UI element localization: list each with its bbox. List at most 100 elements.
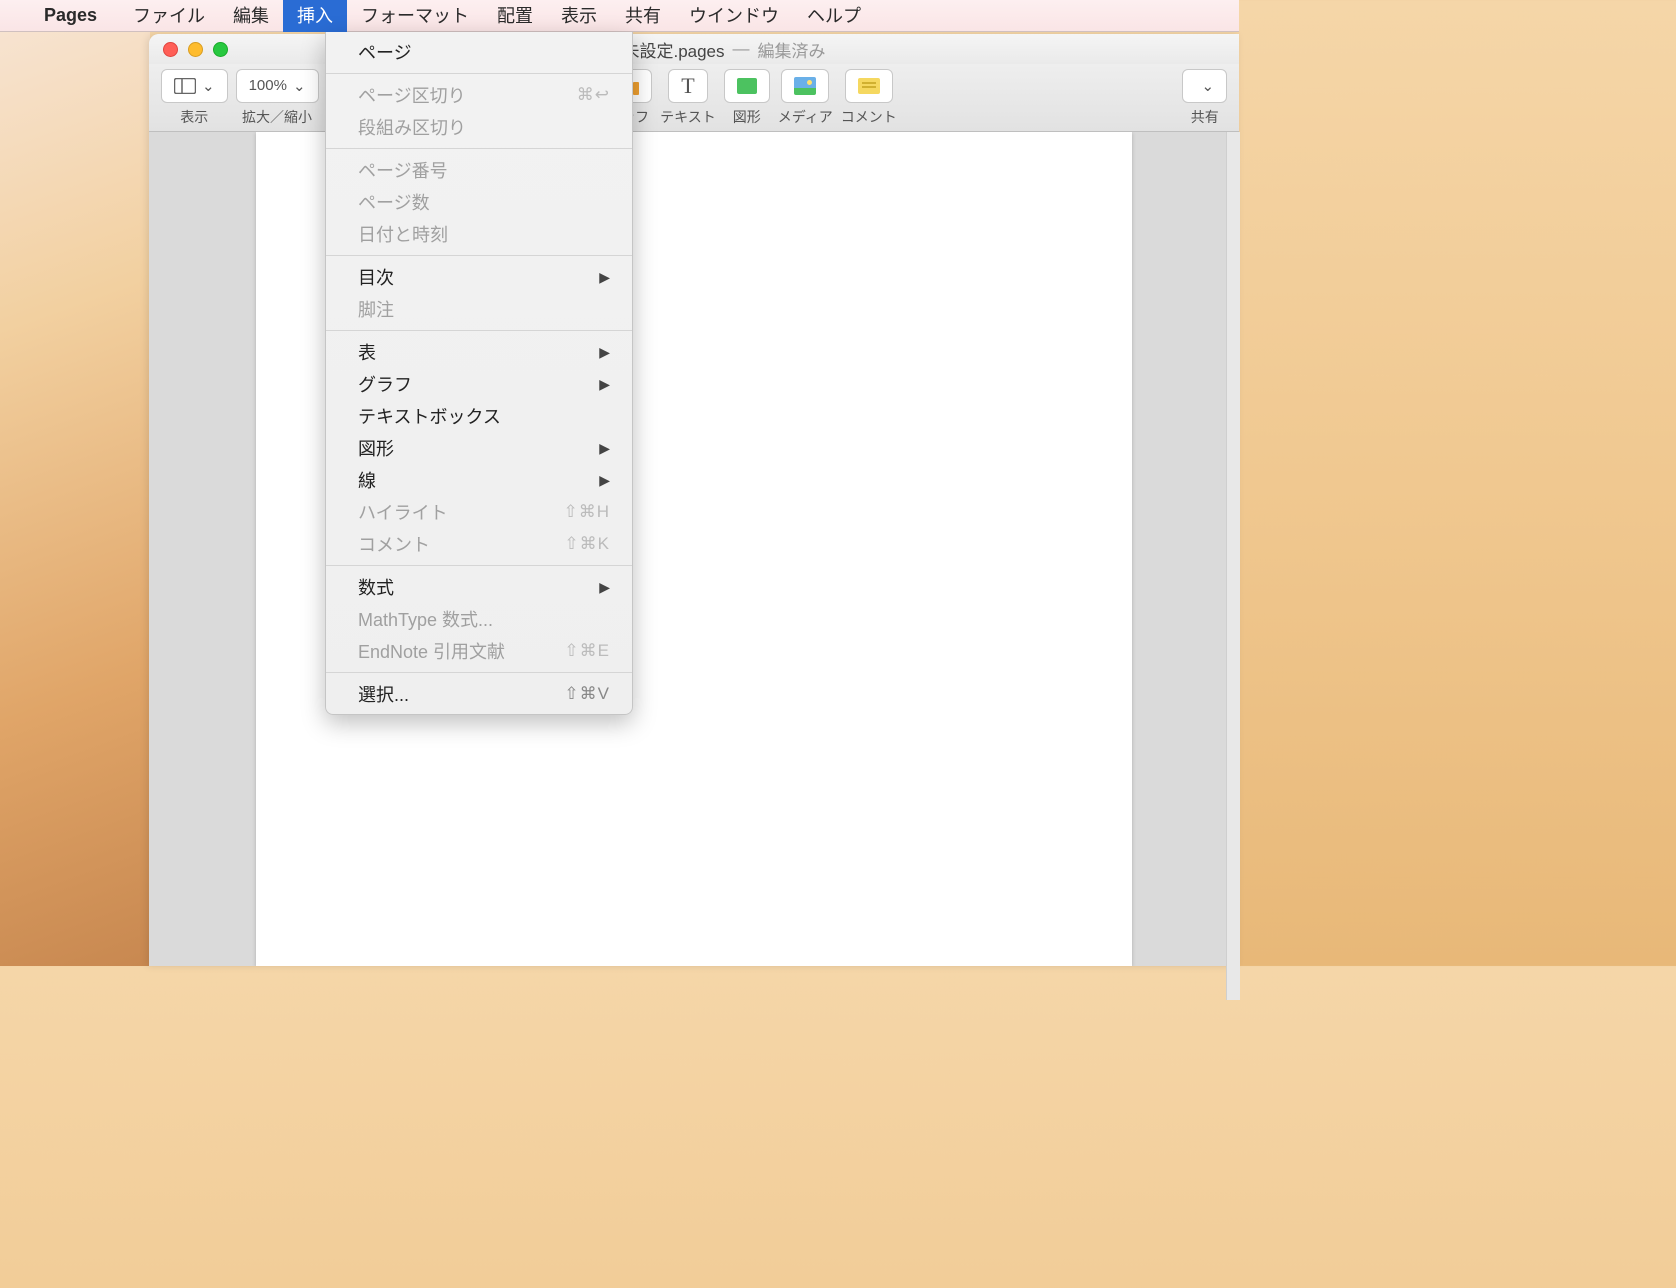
toolbar-comment-button[interactable] bbox=[845, 69, 893, 103]
toolbar-share-button[interactable]: ⌄ bbox=[1182, 69, 1227, 103]
menu-item[interactable]: 表▶ bbox=[326, 336, 632, 368]
toolbar-shape-label: 図形 bbox=[733, 107, 761, 127]
text-icon: T bbox=[681, 73, 694, 99]
menu-item[interactable]: テキストボックス bbox=[326, 400, 632, 432]
media-icon bbox=[794, 77, 816, 95]
menu-item-label: コメント bbox=[358, 531, 430, 557]
chevron-down-icon: ⌄ bbox=[293, 77, 306, 95]
menu-help[interactable]: ヘルプ bbox=[793, 0, 875, 32]
close-button[interactable] bbox=[163, 42, 178, 57]
submenu-arrow-icon: ▶ bbox=[599, 376, 610, 393]
menu-separator bbox=[326, 73, 632, 74]
menu-item-label: 目次 bbox=[358, 264, 394, 290]
chevron-down-icon: ⌄ bbox=[1201, 77, 1214, 95]
insert-menu-dropdown: ページページ区切り⌘↩段組み区切りページ番号ページ数日付と時刻目次▶脚注表▶グラ… bbox=[325, 32, 633, 715]
menu-item-label: 図形 bbox=[358, 435, 394, 461]
pages-window: 7 名称未設定.pages — 編集済み ⌄ 表示 100% ⌄ 拡大／縮小 bbox=[149, 34, 1239, 966]
menu-item-shortcut: ⇧⌘V bbox=[564, 684, 610, 704]
menu-item-label: 線 bbox=[358, 467, 376, 493]
menu-item-label: 数式 bbox=[358, 574, 394, 600]
menu-edit[interactable]: 編集 bbox=[219, 0, 283, 32]
comment-icon bbox=[858, 78, 880, 94]
menu-window[interactable]: ウインドウ bbox=[675, 0, 793, 32]
menu-item-label: EndNote 引用文献 bbox=[358, 638, 505, 664]
system-menubar: Pages ファイル 編集 挿入 フォーマット 配置 表示 共有 ウインドウ ヘ… bbox=[0, 0, 1239, 32]
submenu-arrow-icon: ▶ bbox=[599, 269, 610, 286]
submenu-arrow-icon: ▶ bbox=[599, 440, 610, 457]
menu-item[interactable]: グラフ ▶ bbox=[326, 368, 632, 400]
menu-item: コメント ⇧⌘K bbox=[326, 528, 632, 560]
titlebar: 7 名称未設定.pages — 編集済み bbox=[149, 34, 1239, 64]
menu-item[interactable]: ページ bbox=[326, 36, 632, 68]
desktop-wallpaper bbox=[0, 32, 150, 966]
menu-item: EndNote 引用文献 ⇧⌘E bbox=[326, 635, 632, 667]
menu-item: ページ数 bbox=[326, 186, 632, 218]
menu-item-label: テキストボックス bbox=[358, 403, 501, 429]
menu-item-shortcut: ⇧⌘H bbox=[563, 502, 610, 522]
menu-item-label: ページ区切り bbox=[358, 82, 466, 108]
toolbar-comment-label: コメント bbox=[841, 107, 897, 127]
menu-separator bbox=[326, 255, 632, 256]
toolbar-zoom-label: 拡大／縮小 bbox=[242, 107, 312, 127]
zoom-button[interactable] bbox=[213, 42, 228, 57]
menu-item: ページ区切り ⌘↩ bbox=[326, 79, 632, 111]
toolbar: ⌄ 表示 100% ⌄ 拡大／縮小 グラフ T テキスト bbox=[149, 64, 1239, 132]
toolbar-media-button[interactable] bbox=[781, 69, 829, 103]
toolbar-text-button[interactable]: T bbox=[668, 69, 707, 103]
menu-item[interactable]: 目次 ▶ bbox=[326, 261, 632, 293]
menu-item-shortcut: ⇧⌘K bbox=[564, 534, 610, 554]
menu-item-label: 段組み区切り bbox=[358, 114, 466, 140]
submenu-arrow-icon: ▶ bbox=[599, 344, 610, 361]
menu-item-label: 表 bbox=[358, 339, 376, 365]
menu-item-label: 日付と時刻 bbox=[358, 221, 448, 247]
menu-item-shortcut: ⇧⌘E bbox=[564, 641, 610, 661]
menu-item-label: グラフ bbox=[358, 371, 412, 397]
toolbar-text-label: テキスト bbox=[660, 107, 716, 127]
minimize-button[interactable] bbox=[188, 42, 203, 57]
submenu-arrow-icon: ▶ bbox=[599, 579, 610, 596]
title-separator: — bbox=[733, 39, 750, 59]
menu-format[interactable]: フォーマット bbox=[347, 0, 483, 32]
toolbar-media-label: メディア bbox=[778, 107, 833, 127]
menu-item-label: MathType 数式... bbox=[358, 606, 493, 632]
menu-item-label: ハイライト bbox=[358, 499, 448, 525]
toolbar-share-label: 共有 bbox=[1191, 107, 1219, 127]
menu-item: 日付と時刻 bbox=[326, 218, 632, 250]
scrollbar-vertical[interactable] bbox=[1226, 132, 1240, 1000]
shape-icon bbox=[737, 78, 757, 94]
menu-item: 脚注 bbox=[326, 293, 632, 325]
menu-file[interactable]: ファイル bbox=[119, 0, 219, 32]
menu-item-label: ページ番号 bbox=[358, 157, 448, 183]
menu-item-label: ページ bbox=[358, 39, 412, 65]
toolbar-view-label: 表示 bbox=[180, 107, 208, 127]
menu-separator bbox=[326, 565, 632, 566]
sidebar-icon bbox=[174, 78, 196, 94]
menu-item: MathType 数式... bbox=[326, 603, 632, 635]
menu-view[interactable]: 表示 bbox=[547, 0, 611, 32]
menu-item-label: ページ数 bbox=[358, 189, 430, 215]
menu-item: ページ番号 bbox=[326, 154, 632, 186]
menu-item[interactable]: 選択...⇧⌘V bbox=[326, 678, 632, 710]
menu-separator bbox=[326, 672, 632, 673]
toolbar-view-button[interactable]: ⌄ bbox=[161, 69, 228, 103]
menu-item-shortcut: ⌘↩ bbox=[577, 85, 610, 105]
menu-separator bbox=[326, 148, 632, 149]
window-title: 7 名称未設定.pages — 編集済み bbox=[149, 37, 1239, 62]
app-name[interactable]: Pages bbox=[34, 5, 107, 26]
menu-item[interactable]: 線▶ bbox=[326, 464, 632, 496]
menu-item[interactable]: 数式 ▶ bbox=[326, 571, 632, 603]
menu-insert[interactable]: 挿入 bbox=[283, 0, 347, 32]
toolbar-shape-button[interactable] bbox=[724, 69, 770, 103]
menu-arrange[interactable]: 配置 bbox=[483, 0, 547, 32]
document-status: 編集済み bbox=[758, 37, 826, 62]
menu-separator bbox=[326, 330, 632, 331]
menu-share[interactable]: 共有 bbox=[611, 0, 675, 32]
toolbar-zoom-select[interactable]: 100% ⌄ bbox=[236, 69, 319, 103]
menu-item: ハイライト ⇧⌘H bbox=[326, 496, 632, 528]
document-area bbox=[149, 132, 1239, 966]
chevron-down-icon: ⌄ bbox=[202, 77, 215, 95]
submenu-arrow-icon: ▶ bbox=[599, 472, 610, 489]
window-controls bbox=[149, 42, 228, 57]
zoom-value: 100% bbox=[249, 77, 287, 94]
menu-item[interactable]: 図形 ▶ bbox=[326, 432, 632, 464]
